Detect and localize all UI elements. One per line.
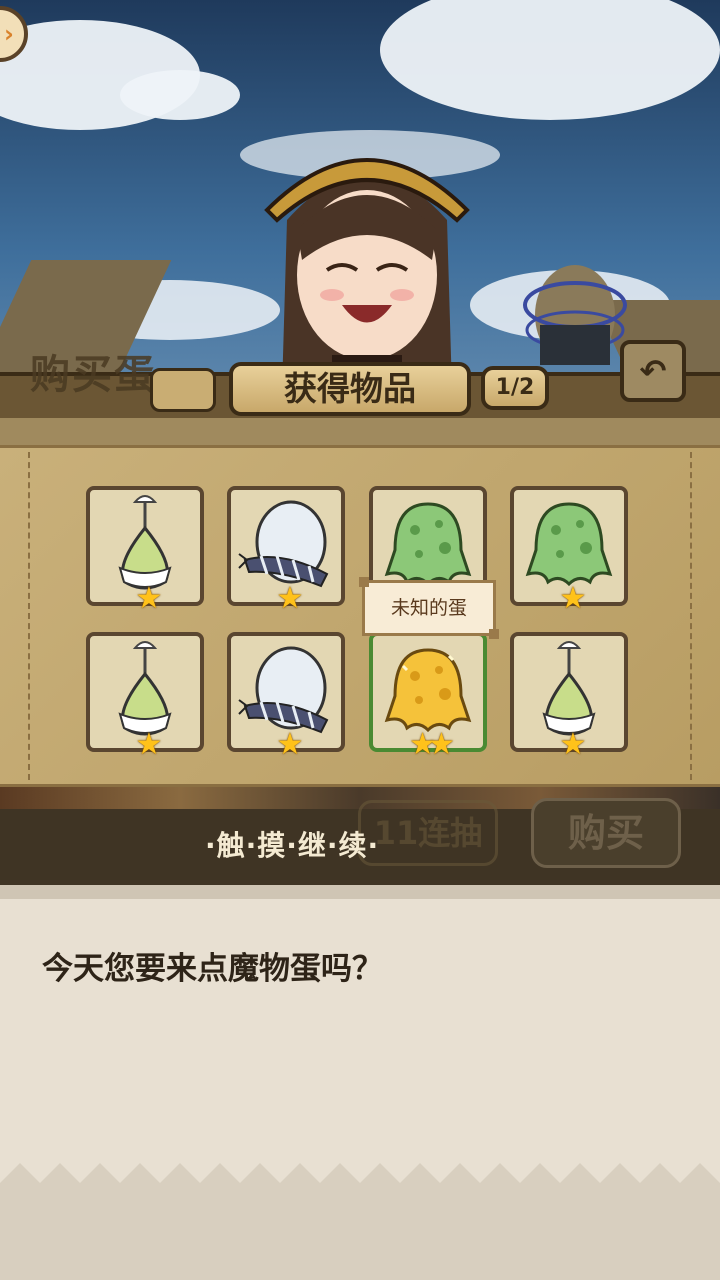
page-title: 获得物品 [229, 362, 471, 416]
item-slot[interactable]: ★ [510, 486, 628, 614]
buy-button[interactable]: 购买 [531, 798, 681, 868]
item-tooltip: 未知的蛋 [359, 577, 499, 639]
item-slot[interactable]: ★ [227, 486, 345, 614]
arrow-icon: › [4, 20, 14, 48]
tab-placeholder [150, 368, 216, 412]
cloud [380, 0, 720, 120]
item-slot[interactable]: ★ [86, 486, 204, 614]
dialog-zigzag-edge [0, 1163, 720, 1280]
shopkeeper-character [264, 158, 470, 390]
rarity-stars: ★ [559, 581, 587, 616]
touch-to-continue-hint: ·触·摸·继·续· [205, 829, 380, 862]
rarity-stars: ★ [276, 581, 304, 616]
cloud [120, 70, 240, 120]
background-shop-title: 购买蛋 [30, 351, 156, 398]
rarity-stars: ★★ [409, 727, 455, 762]
rarity-stars: ★ [559, 727, 587, 762]
rarity-stars: ★ [276, 727, 304, 762]
mystery-egg-decoration [523, 265, 627, 365]
return-arrow-icon: ↶ [639, 352, 667, 390]
dialog-edge [0, 885, 720, 899]
rarity-stars: ★ [135, 581, 163, 616]
page-indicator: 1/2 [481, 366, 549, 410]
dialog-box: 今天您要来点魔物蛋吗？ [0, 885, 720, 1280]
return-button[interactable]: ↶ [620, 340, 686, 402]
rarity-stars: ★ [135, 727, 163, 762]
dialog-text: 今天您要来点魔物蛋吗？ [42, 951, 383, 987]
item-slot[interactable]: ★ [86, 632, 204, 760]
item-slot[interactable]: ★ [227, 632, 345, 760]
item-slot[interactable]: ★ [510, 632, 628, 760]
item-slot-selected[interactable]: ★★ [369, 632, 487, 760]
